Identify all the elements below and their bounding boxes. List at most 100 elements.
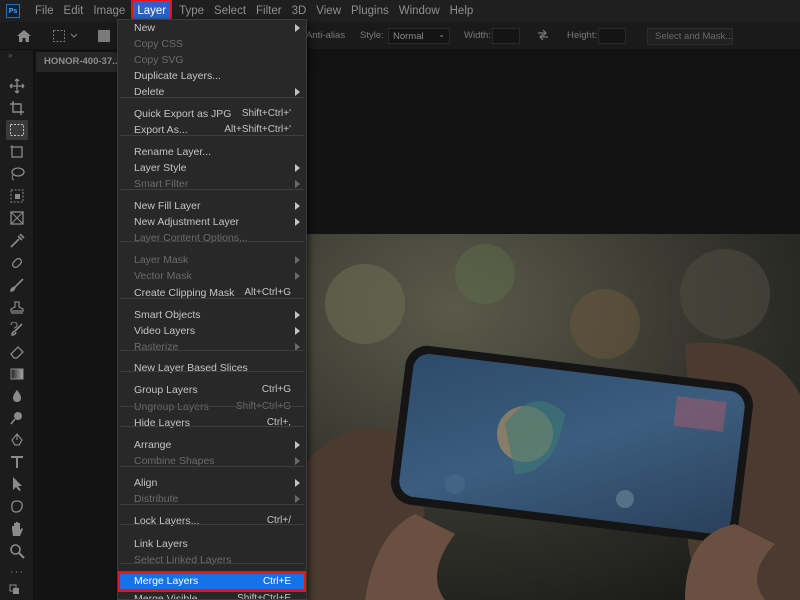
rectangle-tool-icon[interactable] [9,499,25,515]
menu-edit[interactable]: Edit [59,0,89,22]
anti-alias-label: Anti-alias [306,30,346,41]
menu-item-lock-layers[interactable]: Lock Layers... Ctrl+/ [118,513,306,529]
menu-item-quick-export-as-jpg[interactable]: Quick Export as JPG Shift+Ctrl+' [118,106,306,122]
menu-item-label: Arrange [134,439,172,451]
menu-item-merge-layers[interactable]: Merge Layers Ctrl+E [118,571,306,592]
hand-tool-icon[interactable] [9,521,25,537]
menu-item-copy-css: Copy CSS [118,36,306,52]
menu-item-shortcut: Shift+Ctrl+E [237,593,291,600]
path-selection-tool-icon[interactable] [9,476,25,492]
brush-tool-icon[interactable] [9,277,25,293]
new-selection-icon[interactable] [98,30,110,42]
menu-plugins[interactable]: Plugins [346,0,394,22]
menu-item-label: Rasterize [134,341,179,353]
submenu-arrow-icon [295,272,300,280]
width-field[interactable] [492,28,520,44]
menu-item-link-layers[interactable]: Link Layers [118,536,306,552]
height-field[interactable] [598,28,626,44]
menu-item-duplicate-layers[interactable]: Duplicate Layers... [118,68,306,84]
menu-item-label: New Adjustment Layer [134,216,240,228]
menu-item-ungroup-layers: Ungroup Layers Shift+Ctrl+G [118,399,306,415]
style-select[interactable]: Normal ⌄ [388,28,450,44]
menu-separator [120,426,304,427]
menu-item-layer-style[interactable]: Layer Style [118,160,306,176]
document-tab[interactable]: HONOR-400-37... [36,52,118,72]
layer-menu-dropdown: New Copy CSS Copy SVG Duplicate Layers... De… [117,19,307,600]
frame-tool-icon[interactable] [9,144,25,160]
menu-item-label: Video Layers [134,325,196,337]
crop-tool-icon[interactable] [9,100,25,116]
menu-separator [120,504,304,505]
object-selection-tool-icon[interactable] [9,188,25,204]
menu-item-vector-mask: Vector Mask [118,268,306,284]
menu-item-label: Hide Layers [134,417,191,429]
menu-item-label: Merge Layers [134,575,199,587]
photoshop-logo-icon: Ps [6,4,20,18]
submenu-arrow-icon [295,164,300,172]
menu-item-label: Copy SVG [134,54,184,66]
zoom-tool-icon[interactable] [9,543,25,559]
menu-item-label: Smart Objects [134,309,201,321]
menu-item-label: Lock Layers... [134,515,200,527]
menu-item-label: Layer Content Options... [134,232,248,244]
submenu-arrow-icon [295,495,300,503]
submenu-arrow-icon [295,327,300,335]
menu-item-new-layer-based-slices[interactable]: New Layer Based Slices [118,360,306,376]
menu-file[interactable]: File [30,0,59,22]
menu-item-align[interactable]: Align [118,475,306,491]
menu-item-label: Layer Style [134,162,187,174]
clone-stamp-tool-icon[interactable] [9,300,25,316]
lasso-tool-icon[interactable] [9,166,25,182]
history-brush-tool-icon[interactable] [9,322,25,338]
menu-separator [120,135,304,136]
collapse-panel-icon[interactable]: » [8,51,12,60]
submenu-arrow-icon [295,202,300,210]
menu-separator [120,189,304,190]
select-and-mask-button[interactable]: Select and Mask... [647,28,733,45]
type-tool-icon[interactable] [9,454,25,470]
move-tool-icon[interactable] [9,78,25,94]
marquee-preset-icon[interactable] [52,28,82,44]
menu-item-label: New Layer Based Slices [134,362,248,374]
menu-item-group-layers[interactable]: Group Layers Ctrl+G [118,382,306,398]
gradient-tool-icon[interactable] [9,366,25,382]
menu-item-hide-layers[interactable]: Hide Layers Ctrl+, [118,415,306,431]
home-icon[interactable] [16,28,32,44]
menu-separator [120,466,304,467]
menu-item-copy-svg: Copy SVG [118,52,306,68]
menu-item-label: Vector Mask [134,270,192,282]
submenu-arrow-icon [295,24,300,32]
style-value: Normal [393,31,424,42]
rectangular-marquee-tool[interactable] [6,120,28,140]
eraser-tool-icon[interactable] [9,344,25,360]
menu-item-shortcut: Shift+Ctrl+' [241,108,291,119]
menu-item-smart-objects[interactable]: Smart Objects [118,307,306,323]
menu-item-label: Merge Visible [134,593,198,600]
eyedropper-tool-icon[interactable] [9,233,25,249]
menu-item-video-layers[interactable]: Video Layers [118,323,306,339]
menu-item-merge-visible[interactable]: Merge Visible Shift+Ctrl+E [118,591,306,600]
menu-item-new[interactable]: New [118,20,306,36]
menu-item-layer-content-options: Layer Content Options... [118,230,306,246]
width-label: Width: [464,30,491,41]
menu-item-rename-layer[interactable]: Rename Layer... [118,144,306,160]
menu-help[interactable]: Help [445,0,479,22]
submenu-arrow-icon [295,441,300,449]
menu-separator [120,524,304,525]
menu-item-arrange[interactable]: Arrange [118,437,306,453]
swap-icon[interactable] [536,28,550,42]
more-tools-icon[interactable]: ··· [10,566,24,578]
menu-separator [120,350,304,351]
healing-brush-tool-icon[interactable] [9,255,25,271]
patch-tool-icon[interactable] [9,210,25,226]
menu-window[interactable]: Window [394,0,445,22]
menu-item-new-fill-layer[interactable]: New Fill Layer [118,198,306,214]
menu-item-new-adjustment-layer[interactable]: New Adjustment Layer [118,214,306,230]
menu-view[interactable]: View [311,0,346,22]
submenu-arrow-icon [295,218,300,226]
default-colors-icon[interactable] [9,584,25,600]
dodge-tool-icon[interactable] [9,410,25,426]
pen-tool-icon[interactable] [9,432,25,448]
blur-tool-icon[interactable] [9,388,25,404]
menu-item-layer-mask: Layer Mask [118,252,306,268]
